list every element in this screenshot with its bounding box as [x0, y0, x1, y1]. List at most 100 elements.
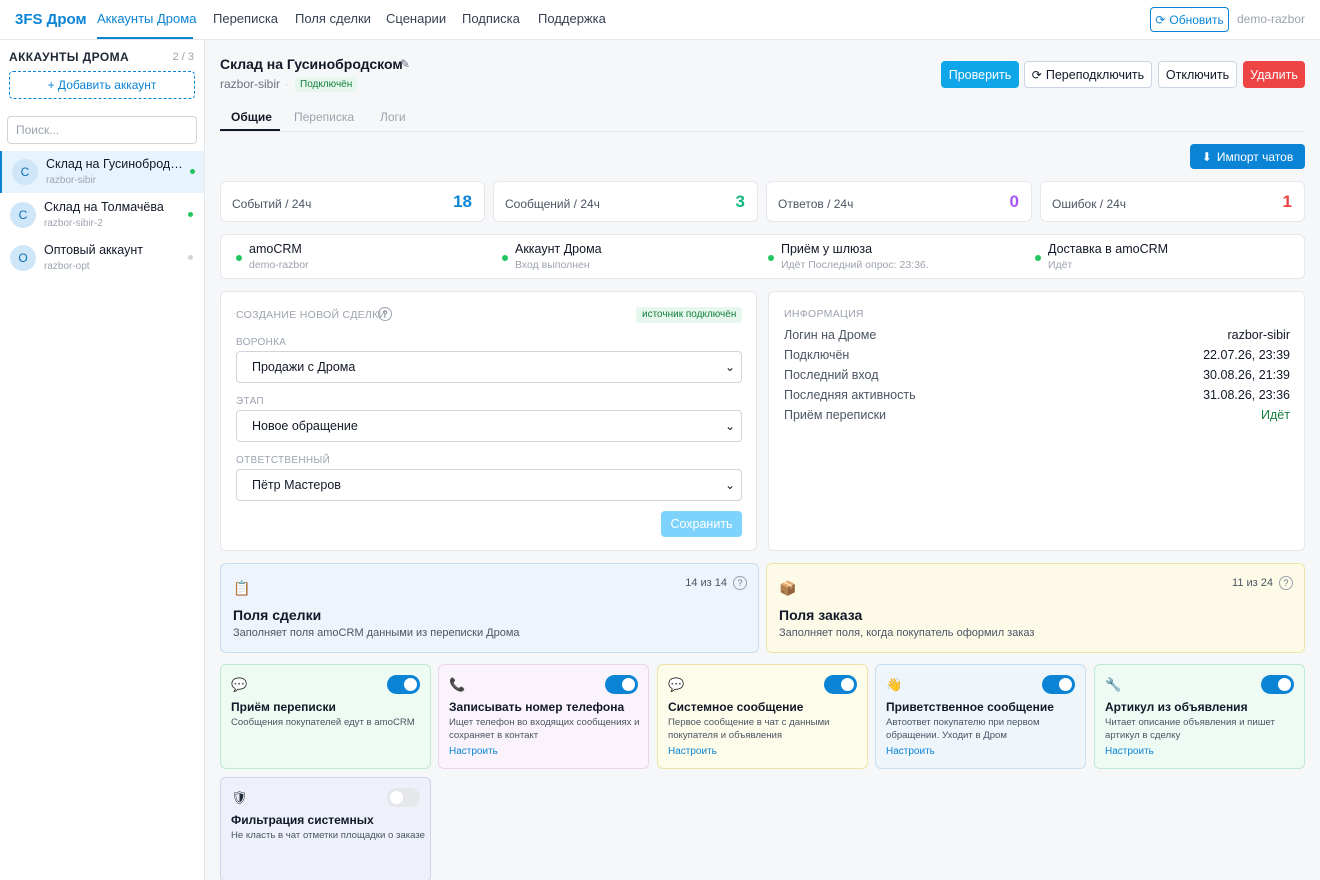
- feature-toggle[interactable]: [1261, 675, 1294, 694]
- feature-description: Автоответ покупателю при первом обращени…: [886, 717, 1040, 741]
- nav-messages[interactable]: Переписка: [213, 11, 278, 26]
- tab-general[interactable]: Общие: [231, 110, 272, 124]
- health-title: amoCRM: [249, 242, 302, 256]
- configure-link[interactable]: Настроить: [886, 746, 935, 757]
- current-user[interactable]: demo-razbor: [1237, 12, 1305, 26]
- info-value: Идёт: [1261, 408, 1290, 422]
- feature-toggle[interactable]: [387, 675, 420, 694]
- clipboard-icon: 📋: [233, 580, 251, 596]
- save-button[interactable]: Сохранить: [661, 511, 742, 537]
- stage-select[interactable]: Новое обращение ⌄: [236, 410, 742, 442]
- account-item[interactable]: С Склад на Гусинобродском razbor-sibir: [0, 151, 204, 193]
- download-icon: ⬇: [1201, 149, 1212, 164]
- stat-card-events: Событий / 24ч 18: [220, 181, 485, 222]
- delete-button[interactable]: Удалить: [1243, 61, 1305, 88]
- top-navbar: 3FS Дром Аккаунты Дрома Переписка Поля с…: [0, 0, 1320, 40]
- nav-support[interactable]: Поддержка: [538, 11, 606, 26]
- separator: ·: [285, 77, 289, 91]
- refresh-icon: ⟳: [1031, 67, 1042, 82]
- feature-title: Системное сообщение: [668, 700, 804, 714]
- feature-card-system-filter: 🛡 Фильтрация системных Не класть в чат о…: [220, 777, 431, 880]
- feature-card-phone: 📞 Записывать номер телефона Ищет телефон…: [438, 664, 649, 769]
- stat-label: Сообщений / 24ч: [505, 197, 600, 211]
- responsible-select[interactable]: Пётр Мастеров ⌄: [236, 469, 742, 501]
- import-chats-button[interactable]: ⬇ Импорт чатов: [1190, 144, 1305, 169]
- status-dot: [502, 255, 508, 261]
- nav-scenarios[interactable]: Сценарии: [386, 11, 446, 26]
- tab-messages[interactable]: Переписка: [294, 110, 354, 124]
- account-status-dot: [190, 169, 195, 174]
- health-subtitle: Вход выполнен: [515, 259, 590, 271]
- reconnect-button[interactable]: ⟳ Переподключить: [1024, 61, 1152, 88]
- pencil-icon[interactable]: ✎: [400, 57, 410, 71]
- nav-accounts[interactable]: Аккаунты Дрома: [97, 11, 196, 26]
- disconnect-button[interactable]: Отключить: [1158, 61, 1237, 88]
- help-icon[interactable]: ?: [1279, 576, 1293, 590]
- card-title: Поля заказа: [779, 607, 863, 623]
- chevron-down-icon: ⌄: [724, 478, 735, 492]
- sidebar-count: 2 / 3: [172, 51, 194, 63]
- account-name: Склад на Гусинобродском: [46, 157, 184, 171]
- card-description: Заполняет поля amoCRM данными из перепис…: [233, 627, 520, 639]
- wrench-icon: 🔧: [1105, 677, 1122, 692]
- configure-link[interactable]: Настроить: [668, 746, 717, 757]
- speech-bubble-icon: 💬: [231, 677, 248, 692]
- feature-toggle[interactable]: [824, 675, 857, 694]
- deal-creation-panel: СОЗДАНИЕ НОВОЙ СДЕЛКИ ? источник подключ…: [220, 291, 757, 551]
- feature-title: Артикул из объявления: [1105, 700, 1248, 714]
- help-icon[interactable]: ?: [378, 307, 392, 321]
- phone-icon: 📞: [449, 677, 466, 692]
- feature-toggle[interactable]: [1042, 675, 1075, 694]
- tab-logs[interactable]: Логи: [380, 110, 406, 124]
- health-title: Аккаунт Дрома: [515, 242, 602, 256]
- brand-logo[interactable]: 3FS Дром: [15, 11, 87, 28]
- card-description: Заполняет поля, когда покупатель оформил…: [779, 627, 1035, 639]
- feature-card-article: 🔧 Артикул из объявления Читает описание …: [1094, 664, 1305, 769]
- info-key: Логин на Дроме: [784, 328, 877, 342]
- source-badge: источник подключён: [636, 307, 743, 323]
- feature-description: Первое сообщение в чат с данными покупат…: [668, 717, 830, 741]
- account-item[interactable]: С Склад на Толмачёва razbor-sibir-2: [0, 194, 204, 236]
- package-icon: 📦: [779, 580, 797, 596]
- account-login: razbor-opt: [44, 261, 90, 272]
- feature-title: Приветственное сообщение: [886, 700, 1054, 714]
- refresh-button[interactable]: ⟳ Обновить: [1150, 7, 1229, 32]
- shield-icon: 🛡: [231, 790, 248, 805]
- tab-active-indicator: [220, 129, 280, 131]
- stat-label: Ошибок / 24ч: [1052, 197, 1127, 211]
- configure-link[interactable]: Настроить: [1105, 746, 1154, 757]
- import-label: Импорт чатов: [1216, 149, 1294, 164]
- field-label-stage: ЭТАП: [236, 396, 264, 407]
- select-value: Новое обращение: [252, 419, 358, 433]
- feature-title: Записывать номер телефона: [449, 700, 625, 714]
- feature-description: Ищет телефон во входящих сообщениях и со…: [449, 717, 640, 741]
- configure-link[interactable]: Настроить: [449, 746, 498, 757]
- feature-title: Фильтрация системных: [231, 813, 374, 827]
- stat-card-errors: Ошибок / 24ч 1: [1040, 181, 1305, 222]
- add-account-button[interactable]: + Добавить аккаунт: [9, 71, 195, 99]
- feature-toggle[interactable]: [387, 788, 420, 807]
- field-label-responsible: ОТВЕТСТВЕННЫЙ: [236, 455, 331, 466]
- nav-subscription[interactable]: Подписка: [462, 11, 520, 26]
- deal-fields-card[interactable]: 📋 14 из 14 ? Поля сделки Заполняет поля …: [220, 563, 759, 653]
- stat-label: Событий / 24ч: [232, 197, 312, 211]
- nav-deal-fields[interactable]: Поля сделки: [295, 11, 371, 26]
- feature-title: Приём переписки: [231, 700, 336, 714]
- check-button[interactable]: Проверить: [941, 61, 1019, 88]
- feature-description: Сообщения покупателей едут в amoCRM: [231, 717, 415, 728]
- avatar: С: [12, 159, 38, 185]
- pipeline-select[interactable]: Продажи с Дрома ⌄: [236, 351, 742, 383]
- order-fields-card[interactable]: 📦 11 из 24 ? Поля заказа Заполняет поля,…: [766, 563, 1305, 653]
- stat-value: 3: [735, 192, 745, 211]
- status-dot: [768, 255, 774, 261]
- info-value: 22.07.26, 23:39: [1203, 348, 1290, 362]
- feature-toggle[interactable]: [605, 675, 638, 694]
- account-item[interactable]: О Оптовый аккаунт razbor-opt: [0, 237, 204, 279]
- account-search-input[interactable]: [7, 116, 197, 144]
- help-icon[interactable]: ?: [733, 576, 747, 590]
- fields-count: 14 из 14: [685, 577, 727, 589]
- avatar: О: [10, 245, 36, 271]
- fields-count: 11 из 24: [1232, 577, 1273, 589]
- stat-label: Ответов / 24ч: [778, 197, 854, 211]
- select-value: Пётр Мастеров: [252, 478, 341, 492]
